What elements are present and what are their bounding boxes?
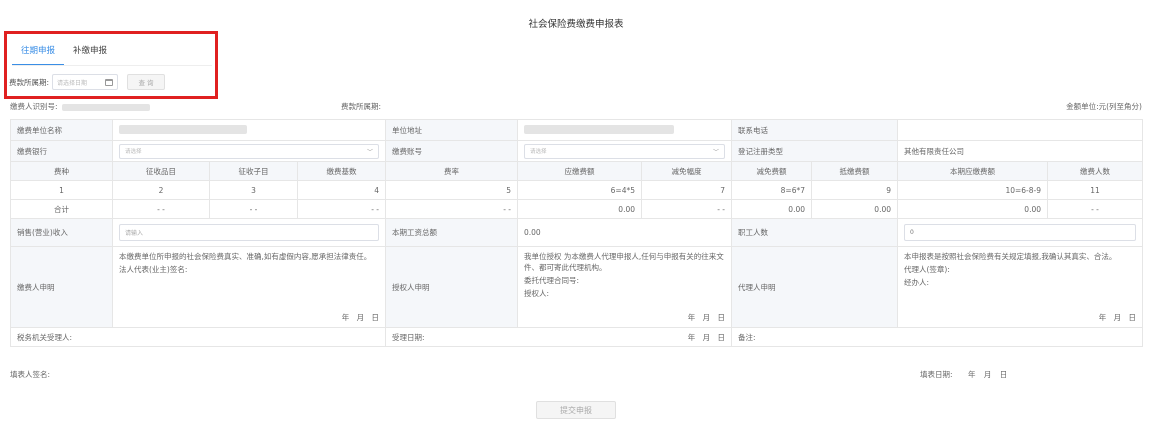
agent-declaration-date: 年 月 日 (1098, 313, 1136, 322)
fee-total-cell: - - (385, 199, 518, 219)
fee-total-cell: 0.00 (811, 199, 898, 219)
fill-date-label: 填表日期: (920, 370, 953, 379)
submit-declaration-button[interactable]: 提交申报 (536, 401, 616, 419)
wage-total-label: 本期工资总额 (385, 218, 518, 247)
unit-info-row: 缴费单位名称 单位地址 联系电话 (10, 119, 1143, 141)
fill-date-value: 年 月 日 (968, 370, 1008, 379)
payer-id-label: 缴费人识别号: (10, 102, 58, 111)
payer-declaration-date: 年 月 日 (341, 313, 379, 322)
unit-address-redacted (524, 124, 674, 134)
unit-address-value (517, 119, 732, 141)
bank-select[interactable]: 请选择 ﹀ (119, 143, 379, 159)
accept-date-cell: 受理日期: 年 月 日 (385, 327, 732, 347)
accept-date-value: 年 月 日 (687, 333, 725, 342)
fee-header-cell: 征收品目 (112, 161, 210, 181)
staff-count-label: 职工人数 (731, 218, 898, 247)
agent-handler-label: 经办人: (904, 278, 930, 287)
agent-sign-label: 代理人(签章): (904, 265, 950, 274)
bank-info-row: 缴费银行 请选择 ﹀ 缴费账号 请选择 ﹀ 登记注册类型 其他有限责任公司 (10, 140, 1143, 162)
fee-index-cell: 5 (385, 180, 518, 200)
declaration-form-table: 缴费单位名称 单位地址 联系电话 缴费银行 请选择 ﹀ 缴费账号 请选择 ﹀ 登… (10, 119, 1143, 347)
fee-total-cell: - - (209, 199, 298, 219)
fee-index-row: 1 2 3 4 5 6=4*5 7 8=6*7 9 10=6-8-9 11 (10, 180, 1143, 200)
reg-type-label: 登记注册类型 (731, 140, 898, 162)
fee-total-cell: 0.00 (517, 199, 642, 219)
staff-count-input[interactable]: 0 (904, 224, 1136, 241)
payer-sign-label: 法人代表(业主)签名: (119, 265, 188, 274)
bank-label: 缴费银行 (10, 140, 113, 162)
fee-header-cell: 抵缴费额 (811, 161, 898, 181)
period-info: 费款所属期: (341, 102, 382, 111)
fee-total-cell: - - (1047, 199, 1143, 219)
fee-index-cell: 4 (297, 180, 386, 200)
declaration-row: 缴费人申明 本缴费单位所申报的社会保险费真实、准确,如有虚假内容,愿承担法律责任… (10, 246, 1143, 328)
unit-address-label: 单位地址 (385, 119, 518, 141)
auth-person-label: 授权人: (524, 289, 550, 298)
highlight-box (4, 31, 218, 99)
fee-total-cell: 0.00 (897, 199, 1048, 219)
fee-header-cell: 缴费基数 (297, 161, 386, 181)
chevron-down-icon: ﹀ (712, 148, 719, 156)
payer-declaration-label: 缴费人申明 (10, 246, 113, 328)
unit-name-value (112, 119, 386, 141)
account-select-placeholder: 请选择 (530, 149, 547, 155)
tax-officer-label: 税务机关受理人: (10, 327, 386, 347)
bank-select-placeholder: 请选择 (125, 149, 142, 155)
fee-header-cell: 费种 (10, 161, 113, 181)
fee-header-cell: 费率 (385, 161, 518, 181)
account-label: 缴费账号 (385, 140, 518, 162)
fee-index-cell: 8=6*7 (731, 180, 812, 200)
agent-declaration-text: 本申报表是按照社会保险费有关规定填报,我确认其真实、合法。 (904, 252, 1117, 261)
payer-id-redacted (61, 103, 150, 111)
payer-declaration-text: 本缴费单位所申报的社会保险费真实、准确,如有虚假内容,愿承担法律责任。 (119, 252, 372, 261)
fee-header-cell: 应缴费额 (517, 161, 642, 181)
filler-sign-label: 填表人签名: (10, 370, 51, 379)
fee-index-cell: 9 (811, 180, 898, 200)
fee-index-cell: 1 (10, 180, 113, 200)
fee-total-row: 合计 - - - - - - - - 0.00 - - 0.00 0.00 0.… (10, 199, 1143, 219)
sales-income-input[interactable]: 请输入 (119, 224, 379, 241)
accept-date-label: 受理日期: (392, 332, 425, 342)
auth-declaration-label: 授权人申明 (385, 246, 518, 328)
fee-total-cell: - - (641, 199, 732, 219)
wage-total-value: 0.00 (517, 218, 732, 247)
income-row: 销售(营业)收入 请输入 本期工资总额 0.00 职工人数 0 (10, 218, 1143, 247)
fee-header-cell: 减免幅度 (641, 161, 732, 181)
agent-declaration-label: 代理人申明 (731, 246, 898, 328)
fee-header-cell: 缴费人数 (1047, 161, 1143, 181)
unit-name-redacted (119, 124, 247, 134)
fee-total-cell: - - (297, 199, 386, 219)
auth-declaration-text: 我单位授权 为本缴费人代理申报人,任何与申报有关的往来文件、都可寄此代理机构。 (524, 252, 724, 272)
sales-income-label: 销售(营业)收入 (10, 218, 113, 247)
fee-header-cell: 减免费额 (731, 161, 812, 181)
phone-value (897, 119, 1143, 141)
fee-index-cell: 11 (1047, 180, 1143, 200)
fee-header-row: 费种 征收品目 征收子目 缴费基数 费率 应缴费额 减免幅度 减免费额 抵缴费额… (10, 161, 1143, 181)
fee-index-cell: 3 (209, 180, 298, 200)
fee-header-cell: 征收子目 (209, 161, 298, 181)
page-title: 社会保险费缴费申报表 (528, 19, 624, 30)
fee-total-cell: 合计 (10, 199, 113, 219)
auth-declaration-date: 年 月 日 (687, 313, 725, 322)
phone-label: 联系电话 (731, 119, 898, 141)
remark-label: 备注: (731, 327, 1143, 347)
payer-declaration: 本缴费单位所申报的社会保险费真实、准确,如有虚假内容,愿承担法律责任。 法人代表… (119, 247, 379, 327)
agent-declaration: 本申报表是按照社会保险费有关规定填报,我确认其真实、合法。 代理人(签章): 经… (904, 247, 1136, 327)
payer-id-info: 缴费人识别号: (10, 101, 150, 113)
fee-index-cell: 10=6-8-9 (897, 180, 1048, 200)
account-select[interactable]: 请选择 ﹀ (524, 143, 725, 159)
fee-index-cell: 7 (641, 180, 732, 200)
acceptance-row: 税务机关受理人: 受理日期: 年 月 日 备注: (10, 327, 1143, 347)
fee-header-cell: 本期应缴费额 (897, 161, 1048, 181)
fee-total-cell: 0.00 (731, 199, 812, 219)
auth-contract-label: 委托代理合同号: (524, 276, 580, 285)
fee-index-cell: 6=4*5 (517, 180, 642, 200)
reg-type-value: 其他有限责任公司 (897, 140, 1143, 162)
fee-total-cell: - - (112, 199, 210, 219)
amount-unit-info: 金额单位:元(列至角分) (1066, 102, 1142, 111)
unit-name-label: 缴费单位名称 (10, 119, 113, 141)
chevron-down-icon: ﹀ (366, 148, 373, 156)
auth-declaration: 我单位授权 为本缴费人代理申报人,任何与申报有关的往来文件、都可寄此代理机构。 … (524, 247, 725, 327)
fee-index-cell: 2 (112, 180, 210, 200)
